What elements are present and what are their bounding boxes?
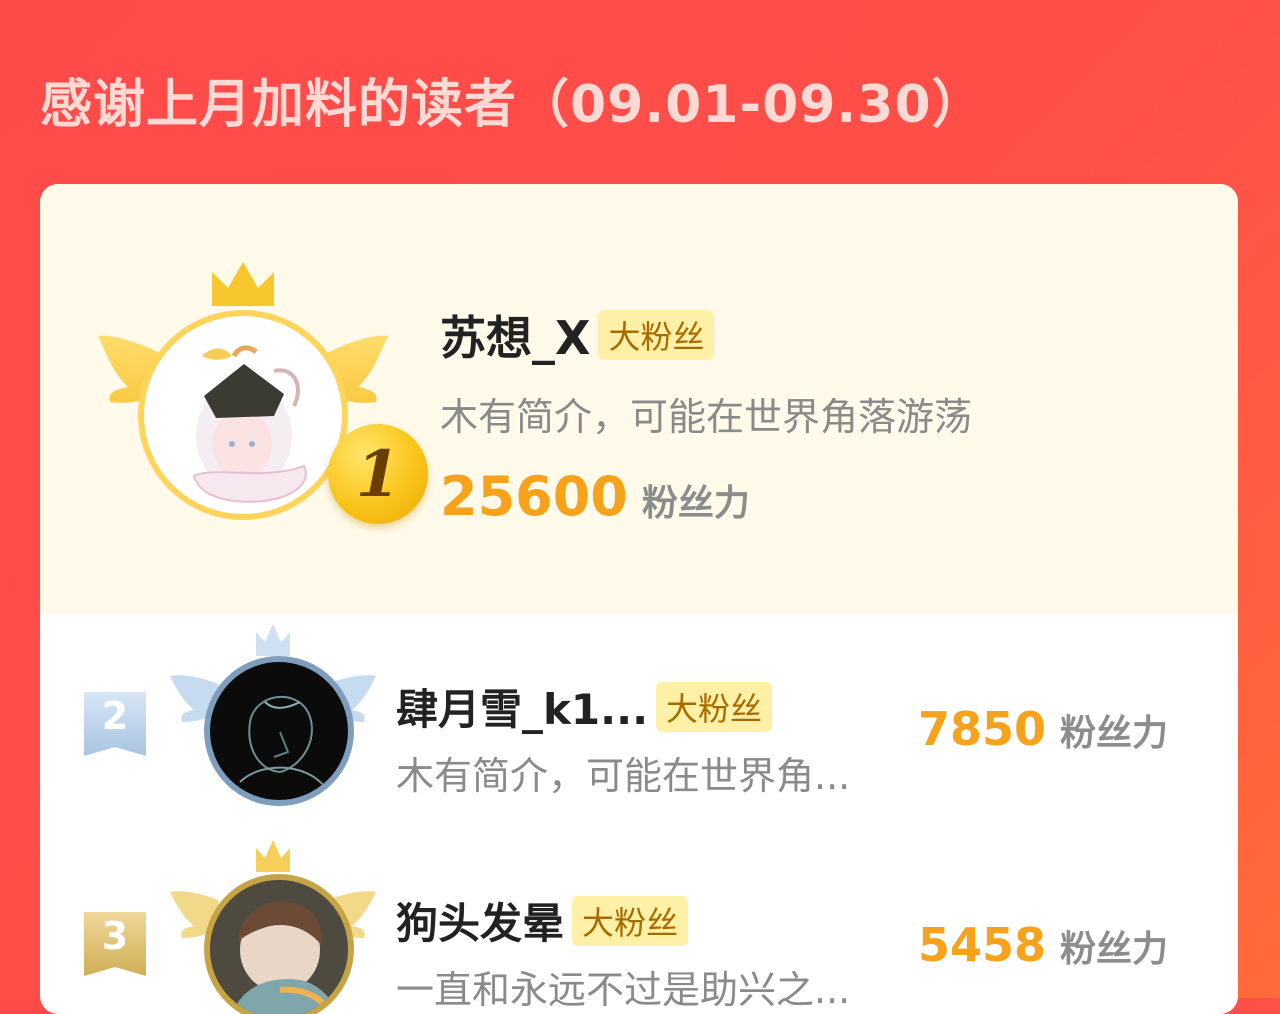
rank-2-avatar[interactable] <box>204 656 354 806</box>
rank-1-bio: 木有简介，可能在世界角落游荡 <box>440 395 973 439</box>
rank-3-avatar[interactable] <box>204 874 354 1014</box>
rank-3-username[interactable]: 狗头发晕 <box>396 890 564 951</box>
rank-1-score-value: 25600 <box>440 465 628 528</box>
rank-2-avatar-group[interactable] <box>168 624 378 814</box>
rank-3-name-row: 狗头发晕 大粉丝 <box>396 890 850 951</box>
anime-boy-image <box>210 880 348 1014</box>
dark-sketch-image <box>239 695 326 788</box>
list-item-rank-2[interactable]: 2 肆月雪_k1... 大粉丝 木有简介，可能在世界角... 7850 粉丝力 <box>40 624 1238 814</box>
rank-2-username[interactable]: 肆月雪_k1... <box>396 676 648 737</box>
rank-3-score-value: 5458 <box>917 918 1046 972</box>
gold-medal-icon: 1 <box>328 424 428 524</box>
rank-1-username[interactable]: 苏想_X <box>440 302 590 368</box>
rank-2-info: 肆月雪_k1... 大粉丝 木有简介，可能在世界角... <box>396 676 850 800</box>
rank-2-name-row: 肆月雪_k1... 大粉丝 <box>396 676 850 737</box>
rank-1-avatar-group[interactable]: 1 <box>98 262 428 532</box>
rank-3-bio: 一直和永远不过是助兴之... <box>396 968 851 1012</box>
leaderboard-card: 1 苏想_X 大粉丝 木有简介，可能在世界角落游荡 25600 粉丝力 2 肆月… <box>40 184 1238 1014</box>
rank-ribbon-icon: 3 <box>84 912 146 976</box>
rank-1-score: 25600 粉丝力 <box>440 465 972 528</box>
rank-1-score-unit: 粉丝力 <box>641 483 750 524</box>
fan-badge: 大粉丝 <box>656 681 773 732</box>
rank-2-bio: 木有简介，可能在世界角... <box>396 754 851 798</box>
rank-3-avatar-group[interactable] <box>168 840 378 1014</box>
list-item-rank-3[interactable]: 3 狗头发晕 大粉丝 一直和永远不过是助兴之... 5458 粉丝力 <box>40 840 1238 1014</box>
anime-character-image <box>192 345 307 503</box>
rank-1-info: 苏想_X 大粉丝 木有简介，可能在世界角落游荡 25600 粉丝力 <box>440 302 972 528</box>
rank-3-info: 狗头发晕 大粉丝 一直和永远不过是助兴之... <box>396 890 850 1014</box>
fan-badge: 大粉丝 <box>598 310 715 360</box>
rank-3-score-unit: 粉丝力 <box>1059 929 1168 970</box>
rank-1-section[interactable]: 1 苏想_X 大粉丝 木有简介，可能在世界角落游荡 25600 粉丝力 <box>40 184 1238 614</box>
fan-badge: 大粉丝 <box>572 895 689 946</box>
rank-2-score-unit: 粉丝力 <box>1059 713 1168 754</box>
rank-ribbon-icon: 2 <box>84 692 146 756</box>
rank-2-score: 7850 粉丝力 <box>918 702 1168 756</box>
rank-2-score-value: 7850 <box>917 702 1046 756</box>
page-title: 感谢上月加料的读者（09.01-09.30） <box>40 75 985 135</box>
rank-1-avatar[interactable] <box>138 310 348 520</box>
rank-3-score: 5458 粉丝力 <box>918 918 1168 972</box>
rank-1-name-row: 苏想_X 大粉丝 <box>440 302 972 368</box>
